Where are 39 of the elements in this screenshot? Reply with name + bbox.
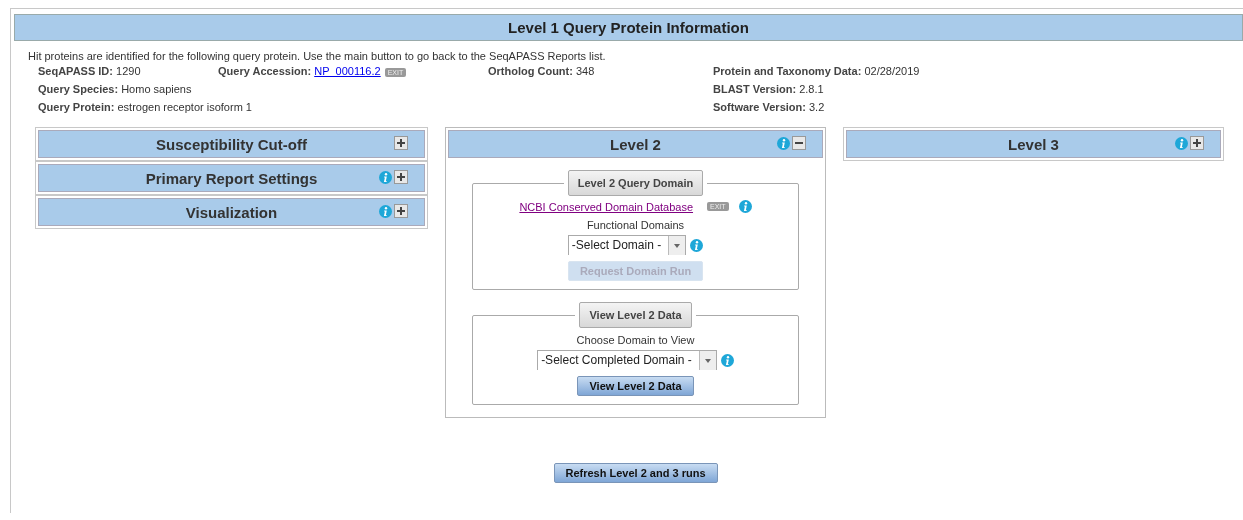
- panel-title: Susceptibility Cut-off: [155, 135, 308, 153]
- panel-header-bar[interactable]: Susceptibility Cut-off: [38, 130, 425, 158]
- panel-header-bar[interactable]: Primary Report Settings: [38, 164, 425, 192]
- accession-link[interactable]: NP_000116.2: [314, 65, 381, 77]
- collapse-icon[interactable]: [792, 136, 806, 150]
- page-header-bar: Level 1 Query Protein Information: [14, 14, 1243, 41]
- action-button[interactable]: View Level 2 Data: [577, 376, 694, 396]
- expand-icon[interactable]: [1190, 136, 1204, 150]
- domain-select[interactable]: -Select Domain -: [567, 235, 687, 255]
- section-tab-button[interactable]: Level 2 Query Domain: [567, 170, 704, 196]
- intro-text: Hit proteins are identified for the following query protein. Use the main button to go back to the SeqAPASS Reports list.: [28, 50, 607, 62]
- info-field: Protein and Taxonomy Data: 02/28/2019: [713, 65, 920, 77]
- info-field: Ortholog Count: 348: [488, 65, 595, 77]
- panel-title: Primary Report Settings: [144, 169, 319, 187]
- info-icon[interactable]: [720, 353, 734, 367]
- panel-header-bar[interactable]: Level 3: [846, 130, 1221, 158]
- panel-title: Visualization: [184, 203, 279, 221]
- info-icon[interactable]: [690, 238, 704, 252]
- panel-title: Level 3: [1007, 135, 1060, 153]
- caret-icon: [674, 243, 681, 248]
- info-field: SeqAPASS ID: 1290: [38, 65, 141, 77]
- domain-select[interactable]: -Select Completed Domain -: [537, 350, 717, 370]
- info-field: Software Version: 3.2: [713, 101, 825, 113]
- expand-icon[interactable]: [394, 136, 408, 150]
- field-label: Functional Domains: [586, 219, 685, 231]
- panel-header-bar[interactable]: Level 2: [448, 130, 823, 158]
- info-field: Query Species: Homo sapiens: [38, 83, 192, 95]
- section-tab-button[interactable]: View Level 2 Data: [579, 302, 692, 328]
- info-field: Query Protein: estrogen receptor isoform 1: [38, 101, 252, 113]
- expand-icon[interactable]: [394, 170, 408, 184]
- expand-icon[interactable]: [394, 204, 408, 218]
- info-field: BLAST Version: 2.8.1: [713, 83, 824, 95]
- refresh-button[interactable]: Refresh Level 2 and 3 runs: [553, 463, 718, 483]
- database-link[interactable]: NCBI Conserved Domain Database: [519, 200, 694, 213]
- info-icon[interactable]: [738, 200, 752, 213]
- panel-header-bar[interactable]: Visualization: [38, 198, 425, 226]
- field-label: Choose Domain to View: [576, 334, 695, 346]
- caret-icon: [704, 358, 711, 363]
- panel-title: Level 2: [609, 135, 662, 153]
